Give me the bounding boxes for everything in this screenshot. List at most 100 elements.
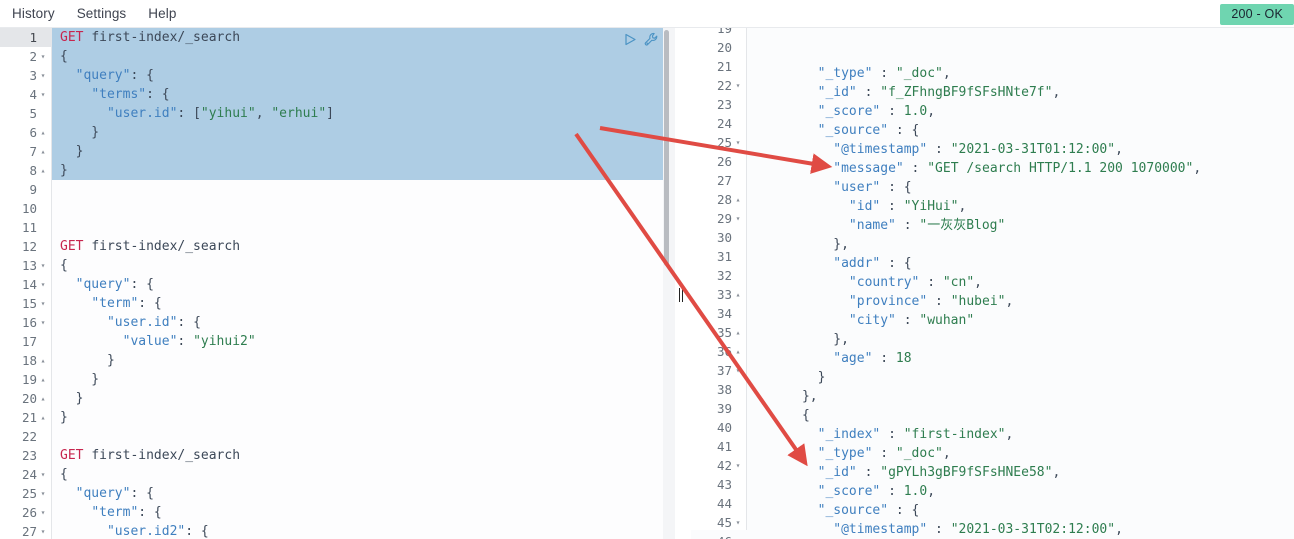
code-line-33[interactable]: }, [747,330,1294,349]
code-line-11[interactable] [52,218,663,237]
fold-toggle-icon[interactable]: ▾ [733,133,743,152]
gutter-line-13[interactable]: 13 ▾ [0,256,51,275]
gutter-line-41[interactable]: 41 [691,437,746,456]
fold-toggle-icon[interactable]: ▴ [733,323,743,342]
fold-toggle-icon[interactable]: ▾ [733,361,743,380]
gutter-line-45[interactable]: 45 ▾ [691,513,746,532]
fold-toggle-icon[interactable]: ▴ [38,370,48,389]
code-line-17[interactable]: "value": "yihui2" [52,332,663,351]
code-line-12[interactable]: GET first-index/_search [52,237,663,256]
gutter-line-6[interactable]: 6 ▴ [0,123,51,142]
gutter-line-42[interactable]: 42 ▾ [691,456,746,475]
code-line-42[interactable]: "_source" : { [747,501,1294,520]
pane-splitter[interactable] [676,28,691,539]
fold-toggle-icon[interactable]: ▴ [38,142,48,161]
code-line-14[interactable]: "query": { [52,275,663,294]
gutter-line-16[interactable]: 16 ▾ [0,313,51,332]
request-gutter[interactable]: 1 2 ▾ 3 ▾ 4 ▾ 5 6 ▴ 7 ▴ 8 ▴ 9 10 11 12 13 ▾ 14 ▾ 15 ▾ 16 ▾ 17 18 ▴ 19… [0,28,52,539]
fold-toggle-icon[interactable]: ▾ [38,85,48,104]
fold-toggle-icon[interactable]: ▾ [733,76,743,95]
gutter-line-23[interactable]: 23 [691,95,746,114]
fold-toggle-icon[interactable]: ▴ [38,389,48,408]
code-line-27[interactable]: "name" : "一灰灰Blog" [747,216,1294,235]
fold-toggle-icon[interactable]: ▾ [38,294,48,313]
code-line-16[interactable]: "user.id": { [52,313,663,332]
fold-toggle-icon[interactable]: ▴ [38,123,48,142]
code-line-1[interactable]: GET first-index/_search [52,28,663,47]
gutter-line-1[interactable]: 1 [0,28,51,47]
gutter-line-27[interactable]: 27 [691,171,746,190]
gutter-line-24[interactable]: 24 ▾ [0,465,51,484]
code-line-39[interactable]: "_type" : "_doc", [747,444,1294,463]
code-line-21[interactable]: } [52,408,663,427]
fold-toggle-icon[interactable]: ▾ [733,456,743,475]
code-line-20[interactable]: "_id" : "f_ZFhngBF9fSFsHNte7f", [747,83,1294,102]
fold-toggle-icon[interactable]: ▴ [733,342,743,361]
response-code[interactable]: "_type" : "_doc", "_id" : "f_ZFhngBF9fSF… [747,28,1294,537]
fold-toggle-icon[interactable]: ▾ [38,66,48,85]
code-line-6[interactable]: } [52,123,663,142]
code-line-18[interactable]: } [52,351,663,370]
request-scrollbar-thumb[interactable] [664,30,669,266]
gutter-line-11[interactable]: 11 [0,218,51,237]
code-line-37[interactable]: { [747,406,1294,425]
gutter-line-39[interactable]: 39 [691,399,746,418]
request-code[interactable]: GET first-index/_search{ "query": { "ter… [52,28,663,539]
code-line-34[interactable]: "age" : 18 [747,349,1294,368]
fold-toggle-icon[interactable]: ▾ [38,256,48,275]
gutter-line-27[interactable]: 27 ▾ [0,522,51,539]
gutter-line-33[interactable]: 33 ▴ [691,285,746,304]
code-line-19[interactable]: } [52,370,663,389]
fold-toggle-icon[interactable]: ▾ [38,484,48,503]
fold-toggle-icon[interactable]: ▴ [733,190,743,209]
gutter-line-5[interactable]: 5 [0,104,51,123]
code-line-38[interactable]: "_index" : "first-index", [747,425,1294,444]
code-line-24[interactable]: "message" : "GET /search HTTP/1.1 200 10… [747,159,1294,178]
play-triangle-icon[interactable] [624,33,637,46]
code-line-20[interactable]: } [52,389,663,408]
gutter-line-38[interactable]: 38 [691,380,746,399]
code-line-32[interactable]: "city" : "wuhan" [747,311,1294,330]
code-line-24[interactable]: { [52,465,663,484]
code-line-35[interactable]: } [747,368,1294,387]
gutter-line-24[interactable]: 24 [691,114,746,133]
gutter-line-29[interactable]: 29 ▾ [691,209,746,228]
code-line-36[interactable]: }, [747,387,1294,406]
gutter-line-31[interactable]: 31 [691,247,746,266]
gutter-line-19[interactable]: 19 [691,28,746,38]
gutter-line-37[interactable]: 37 ▾ [691,361,746,380]
code-line-26[interactable]: "term": { [52,503,663,522]
gutter-line-35[interactable]: 35 ▴ [691,323,746,342]
menu-item-settings[interactable]: Settings [77,6,127,21]
fold-toggle-icon[interactable]: ▾ [38,465,48,484]
code-line-22[interactable] [52,427,663,446]
gutter-line-19[interactable]: 19 ▴ [0,370,51,389]
fold-toggle-icon[interactable]: ▾ [38,47,48,66]
code-line-19[interactable]: "_type" : "_doc", [747,64,1294,83]
gutter-line-12[interactable]: 12 [0,237,51,256]
fold-toggle-icon[interactable]: ▾ [38,275,48,294]
gutter-line-9[interactable]: 9 [0,180,51,199]
gutter-line-34[interactable]: 34 [691,304,746,323]
gutter-line-21[interactable]: 21 [691,57,746,76]
code-line-40[interactable]: "_id" : "gPYLh3gBF9fSFsHNEe58", [747,463,1294,482]
gutter-line-21[interactable]: 21 ▴ [0,408,51,427]
request-pane[interactable]: 1 2 ▾ 3 ▾ 4 ▾ 5 6 ▴ 7 ▴ 8 ▴ 9 10 11 12 13 ▾ 14 ▾ 15 ▾ 16 ▾ 17 18 ▴ 19… [0,28,663,539]
code-line-23[interactable]: GET first-index/_search [52,446,663,465]
code-line-21[interactable]: "_score" : 1.0, [747,102,1294,121]
gutter-line-20[interactable]: 20 [691,38,746,57]
gutter-line-26[interactable]: 26 [691,152,746,171]
gutter-line-30[interactable]: 30 [691,228,746,247]
code-line-27[interactable]: "user.id2": { [52,522,663,539]
gutter-line-2[interactable]: 2 ▾ [0,47,51,66]
code-line-8[interactable]: } [52,161,663,180]
code-line-7[interactable]: } [52,142,663,161]
gutter-line-14[interactable]: 14 ▾ [0,275,51,294]
fold-toggle-icon[interactable]: ▾ [38,503,48,522]
gutter-line-44[interactable]: 44 [691,494,746,513]
gutter-line-8[interactable]: 8 ▴ [0,161,51,180]
fold-toggle-icon[interactable]: ▴ [733,285,743,304]
code-line-26[interactable]: "id" : "YiHui", [747,197,1294,216]
code-line-13[interactable]: { [52,256,663,275]
fold-toggle-icon[interactable]: ▾ [733,513,743,532]
